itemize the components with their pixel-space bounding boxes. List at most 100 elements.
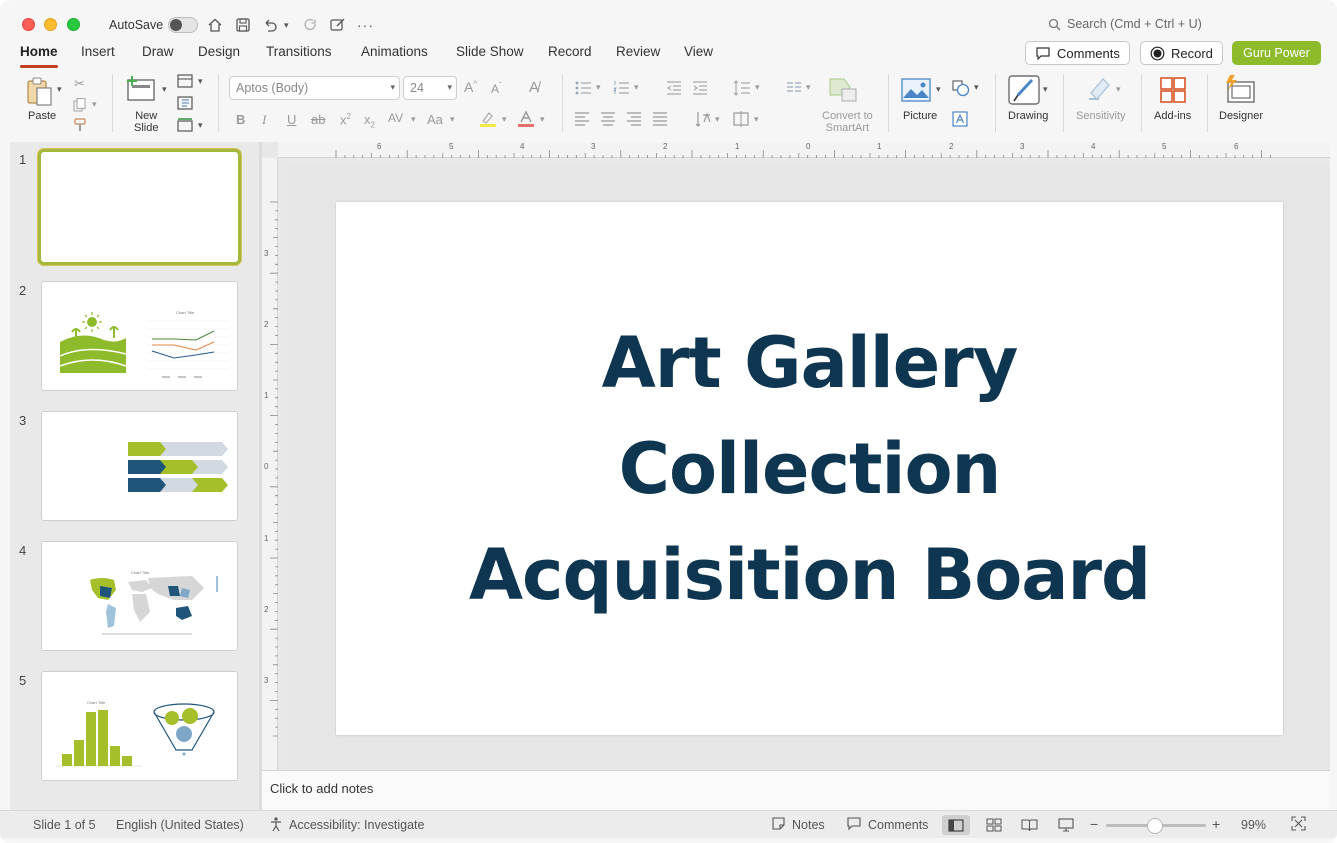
decrease-font-size-icon[interactable]: Aˇ — [491, 81, 502, 96]
paste-dropdown-icon[interactable]: ▾ — [57, 84, 62, 95]
notes-toggle-label[interactable]: Notes — [792, 818, 825, 832]
sensitivity-dropdown-icon[interactable]: ▾ — [1116, 84, 1121, 95]
guru-power-button[interactable]: Guru Power — [1232, 41, 1321, 65]
bold-icon[interactable]: B — [236, 112, 245, 127]
sensitivity-icon[interactable] — [1085, 75, 1113, 103]
home-icon[interactable] — [207, 14, 223, 36]
comments-button[interactable]: Comments — [1025, 41, 1130, 65]
zoom-out-button[interactable]: − — [1090, 816, 1098, 832]
numbering-dropdown-icon[interactable]: ▾ — [634, 82, 639, 93]
increase-font-size-icon[interactable]: A^ — [464, 79, 477, 95]
picture-icon[interactable] — [901, 78, 931, 102]
drawing-dropdown-icon[interactable]: ▾ — [1043, 84, 1048, 95]
more-options-icon[interactable]: ··· — [357, 14, 374, 36]
new-slide-dropdown-icon[interactable]: ▾ — [162, 84, 167, 95]
tab-insert[interactable]: Insert — [81, 44, 115, 59]
text-box-icon[interactable] — [952, 111, 968, 127]
numbering-icon[interactable] — [612, 80, 630, 96]
smartart-icon[interactable] — [828, 77, 858, 103]
zoom-window-button[interactable] — [67, 18, 80, 31]
tab-record[interactable]: Record — [548, 44, 592, 59]
undo-dropdown-icon[interactable]: ▾ — [284, 14, 289, 36]
change-case-dropdown-icon[interactable]: ▾ — [450, 114, 455, 125]
drawing-icon[interactable] — [1008, 75, 1040, 105]
tab-view[interactable]: View — [684, 44, 713, 59]
italic-icon[interactable]: I — [262, 112, 266, 128]
slide-thumbnail-1[interactable] — [38, 149, 241, 265]
undo-icon[interactable] — [262, 14, 278, 36]
text-direction-icon[interactable] — [694, 110, 712, 128]
font-color-dropdown-icon[interactable]: ▾ — [540, 114, 545, 125]
comments-toggle-label[interactable]: Comments — [868, 818, 928, 832]
tab-transitions[interactable]: Transitions — [266, 44, 332, 59]
clear-formatting-icon[interactable]: A̸ — [529, 79, 539, 96]
zoom-level[interactable]: 99% — [1241, 818, 1266, 832]
slide-title[interactable]: Art Gallery Collection Acquisition Board — [336, 310, 1283, 628]
customize-qat-icon[interactable] — [329, 14, 346, 36]
shapes-icon[interactable] — [951, 79, 971, 97]
tab-animations[interactable]: Animations — [361, 44, 428, 59]
add-ins-icon[interactable] — [1159, 76, 1187, 104]
comments-icon[interactable] — [846, 816, 862, 834]
reset-slide-icon[interactable] — [177, 96, 193, 110]
bullets-icon[interactable] — [574, 80, 592, 96]
character-spacing-dropdown-icon[interactable]: ▾ — [411, 114, 416, 125]
font-color-icon[interactable] — [517, 110, 535, 128]
tab-slide-show[interactable]: Slide Show — [456, 44, 524, 59]
new-slide-icon[interactable] — [124, 74, 158, 104]
align-right-icon[interactable] — [626, 111, 642, 127]
save-icon[interactable] — [235, 14, 251, 36]
copy-icon[interactable] — [72, 97, 88, 113]
zoom-slider-thumb[interactable] — [1147, 818, 1163, 834]
align-text-dropdown-icon[interactable]: ▾ — [754, 114, 759, 125]
notes-pane[interactable]: Click to add notes — [262, 770, 1330, 810]
current-slide[interactable]: Art Gallery Collection Acquisition Board — [336, 202, 1283, 735]
decrease-indent-icon[interactable] — [666, 80, 682, 96]
underline-icon[interactable]: U — [287, 112, 296, 127]
line-spacing-icon[interactable] — [733, 79, 751, 97]
section-dropdown-icon[interactable]: ▾ — [198, 120, 203, 131]
superscript-icon[interactable]: x2 — [340, 112, 351, 127]
font-size-combo[interactable]: 24 ▾ — [403, 76, 457, 100]
tab-review[interactable]: Review — [616, 44, 660, 59]
slide-show-button[interactable] — [1052, 815, 1080, 835]
shapes-dropdown-icon[interactable]: ▾ — [974, 82, 979, 93]
align-left-icon[interactable] — [574, 111, 590, 127]
language-status[interactable]: English (United States) — [116, 818, 244, 832]
slide-thumbnail-4[interactable]: Chart Title — [41, 541, 238, 651]
layout-icon[interactable] — [177, 74, 193, 88]
redo-icon[interactable] — [302, 14, 318, 36]
columns-dropdown-icon[interactable]: ▾ — [806, 82, 811, 93]
slide-thumbnail-2[interactable]: Chart Title — [41, 281, 238, 391]
slide-thumbnail-5[interactable]: Chart Title — [41, 671, 238, 781]
highlight-icon[interactable] — [479, 110, 497, 128]
tab-draw[interactable]: Draw — [142, 44, 174, 59]
tab-home[interactable]: Home — [20, 44, 58, 68]
cut-icon[interactable]: ✂ — [74, 76, 85, 92]
layout-dropdown-icon[interactable]: ▾ — [198, 76, 203, 87]
copy-dropdown-icon[interactable]: ▾ — [92, 99, 97, 110]
align-center-icon[interactable] — [600, 111, 616, 127]
paste-icon[interactable] — [24, 76, 56, 108]
search-box[interactable]: Search (Cmd + Ctrl + U) — [1048, 17, 1202, 31]
minimize-window-button[interactable] — [44, 18, 57, 31]
font-name-combo[interactable]: Aptos (Body) ▾ — [229, 76, 400, 100]
designer-icon[interactable] — [1224, 74, 1256, 104]
autosave-toggle[interactable] — [168, 17, 198, 33]
notes-icon[interactable] — [771, 816, 786, 834]
align-text-icon[interactable] — [732, 110, 750, 128]
increase-indent-icon[interactable] — [692, 80, 708, 96]
record-button[interactable]: Record — [1140, 41, 1223, 65]
tab-design[interactable]: Design — [198, 44, 240, 59]
format-painter-icon[interactable] — [72, 117, 88, 133]
normal-view-button[interactable] — [942, 815, 970, 835]
line-spacing-dropdown-icon[interactable]: ▾ — [755, 82, 760, 93]
justify-icon[interactable] — [652, 111, 668, 127]
accessibility-icon[interactable] — [268, 816, 284, 835]
strikethrough-icon[interactable]: ab — [311, 112, 325, 127]
subscript-icon[interactable]: x2 — [364, 112, 375, 130]
accessibility-status[interactable]: Accessibility: Investigate — [289, 818, 424, 832]
reading-view-button[interactable] — [1015, 815, 1043, 835]
close-window-button[interactable] — [22, 18, 35, 31]
section-icon[interactable] — [177, 118, 193, 132]
